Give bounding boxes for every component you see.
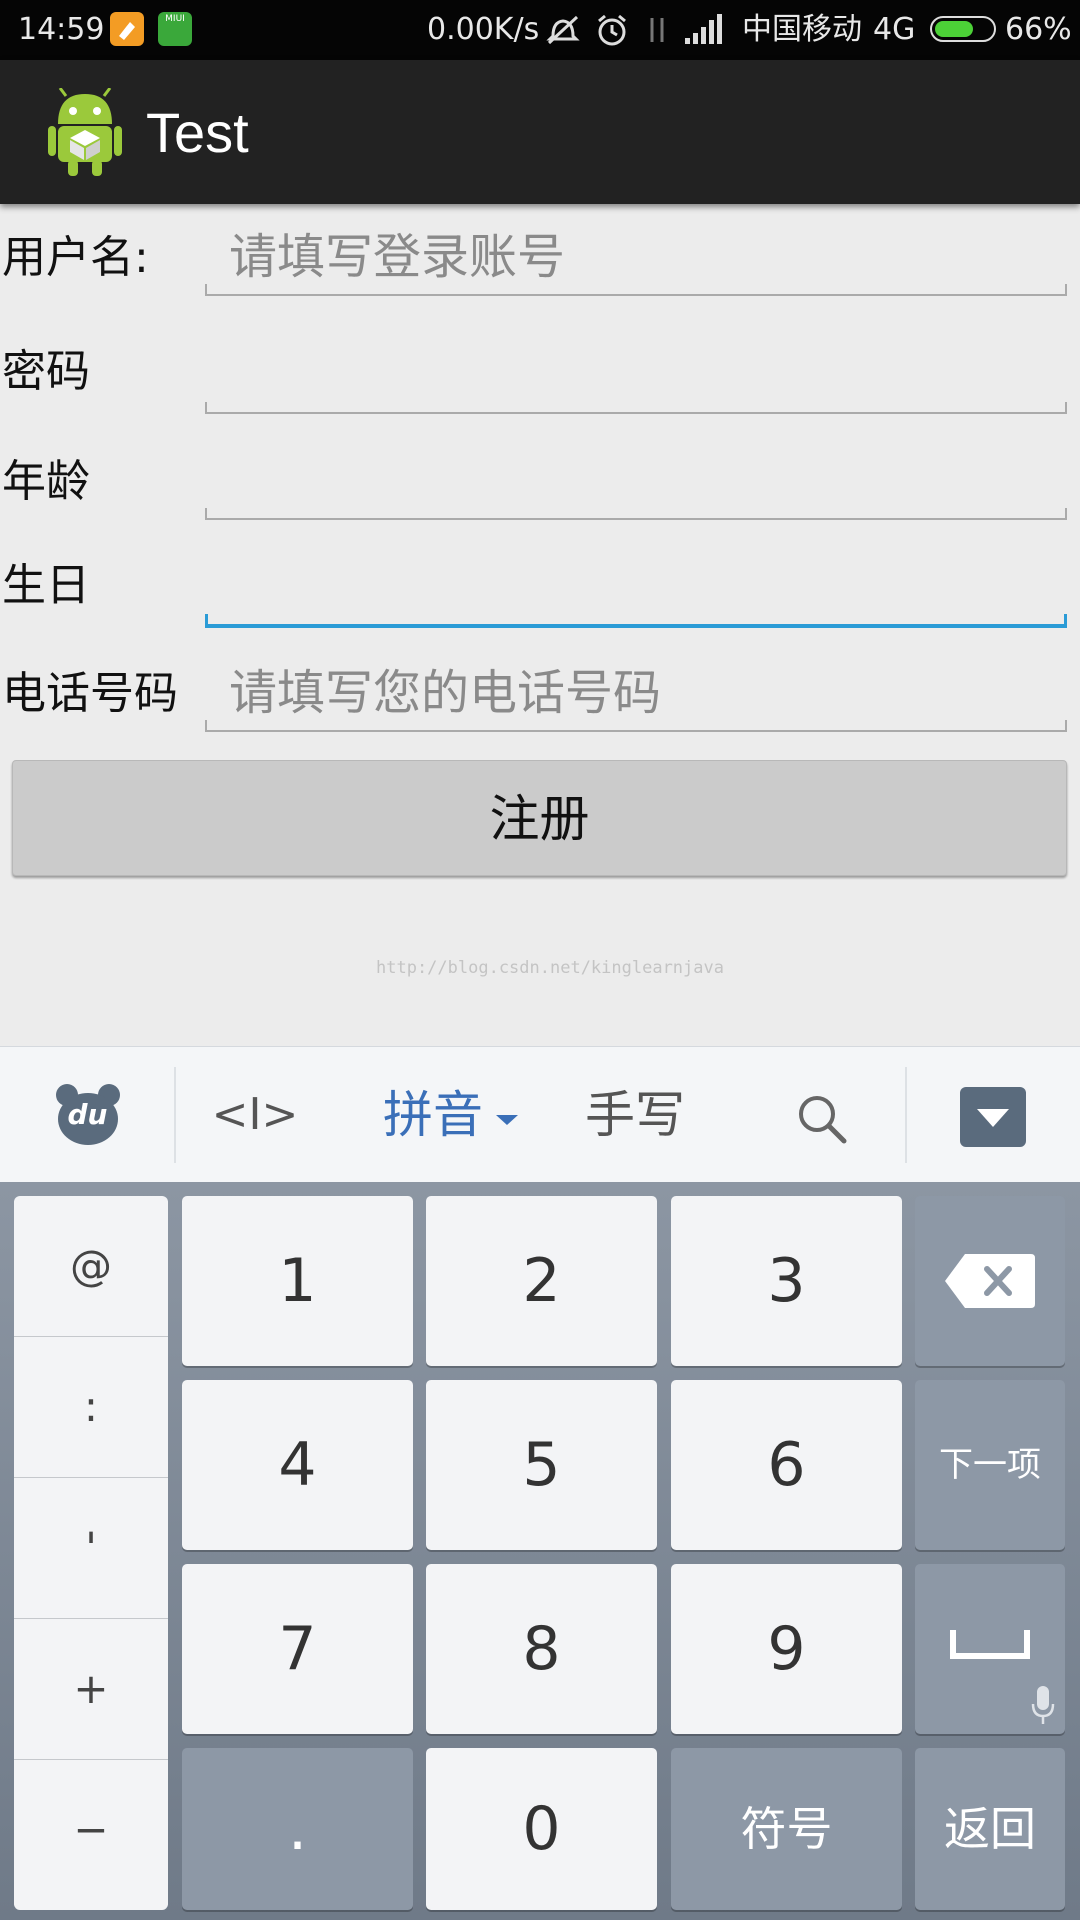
key-apostrophe[interactable]: ' [14,1478,168,1619]
space-icon [950,1630,1030,1659]
action-bar: Test [0,60,1080,204]
key-3[interactable]: 3 [671,1196,902,1366]
key-plus[interactable]: + [14,1619,168,1760]
status-bar: 14:59 MIUI 0.00K/s 中国移动 4G 66% [0,0,1080,60]
key-5[interactable]: 5 [426,1380,657,1550]
handwriting-tab[interactable]: 手写 [580,1047,690,1183]
return-key[interactable]: 返回 [915,1748,1065,1910]
username-label: 用户名: [2,232,149,283]
toolbar-separator [905,1067,907,1163]
status-time: 14:59 [18,12,105,47]
key-9[interactable]: 9 [671,1564,902,1734]
microphone-icon [1031,1686,1055,1724]
carrier: 中国移动 [742,12,862,47]
net-speed: 0.00K/s [427,12,540,47]
symbol-key[interactable]: 符号 [671,1748,902,1910]
backspace-icon [945,1254,1035,1308]
password-input[interactable] [205,340,1067,410]
signal-icon [685,14,722,44]
key-7[interactable]: 7 [182,1564,413,1734]
miui-icon-label: MIUI [165,14,185,24]
key-1[interactable]: 1 [182,1196,413,1366]
android-icon [48,88,122,176]
alarm-icon [598,14,626,46]
miui-icon: MIUI [158,12,192,46]
backspace-key[interactable] [915,1196,1065,1366]
register-button[interactable]: 注册 [12,760,1067,876]
key-8[interactable]: 8 [426,1564,657,1734]
search-icon[interactable] [794,1091,850,1147]
toolbar-separator [174,1067,176,1163]
app-title: Test [146,101,249,164]
age-label: 年龄 [2,456,90,507]
next-field-key[interactable]: 下一项 [915,1380,1065,1550]
key-6[interactable]: 6 [671,1380,902,1550]
age-input[interactable] [205,446,1067,516]
username-underline [205,284,1067,296]
password-label: 密码 [2,346,90,397]
cursor-tool-button[interactable]: <I> [210,1047,300,1183]
du-bear-icon[interactable]: du [40,1047,135,1183]
key-at[interactable]: @ [14,1196,168,1337]
key-0[interactable]: 0 [426,1748,657,1910]
task-icon [110,12,144,46]
pinyin-tab[interactable]: 拼音 [378,1047,488,1183]
phone-label: 电话号码 [2,668,178,719]
silent-icon [546,15,580,45]
birthday-label: 生日 [2,560,90,611]
key-colon[interactable]: : [14,1337,168,1478]
du-logo-text: du [67,1098,108,1131]
phone-underline [205,720,1067,732]
birthday-underline [205,614,1067,628]
age-underline [205,508,1067,520]
key-dot[interactable]: . [182,1748,413,1910]
hide-keyboard-icon[interactable] [960,1087,1026,1147]
phone-input[interactable]: 请填写您的电话号码 [205,658,1067,728]
battery-icon [930,16,996,42]
password-underline [205,402,1067,414]
key-2[interactable]: 2 [426,1196,657,1366]
ime-toolbar: du <I> 拼音 手写 [0,1046,1080,1183]
space-key[interactable] [915,1564,1065,1734]
chevron-down-icon [496,1115,518,1125]
symbol-column: @ : ' + − [14,1196,168,1910]
key-minus[interactable]: − [14,1760,168,1900]
battery-percent: 66% [1005,12,1072,47]
birthday-input[interactable] [205,552,1067,622]
key-4[interactable]: 4 [182,1380,413,1550]
watermark: http://blog.csdn.net/kinglearnjava [376,958,724,978]
data-arrows-icon [650,18,664,42]
network-type: 4G [873,12,916,47]
username-input[interactable]: 请填写登录账号 [205,222,1067,292]
